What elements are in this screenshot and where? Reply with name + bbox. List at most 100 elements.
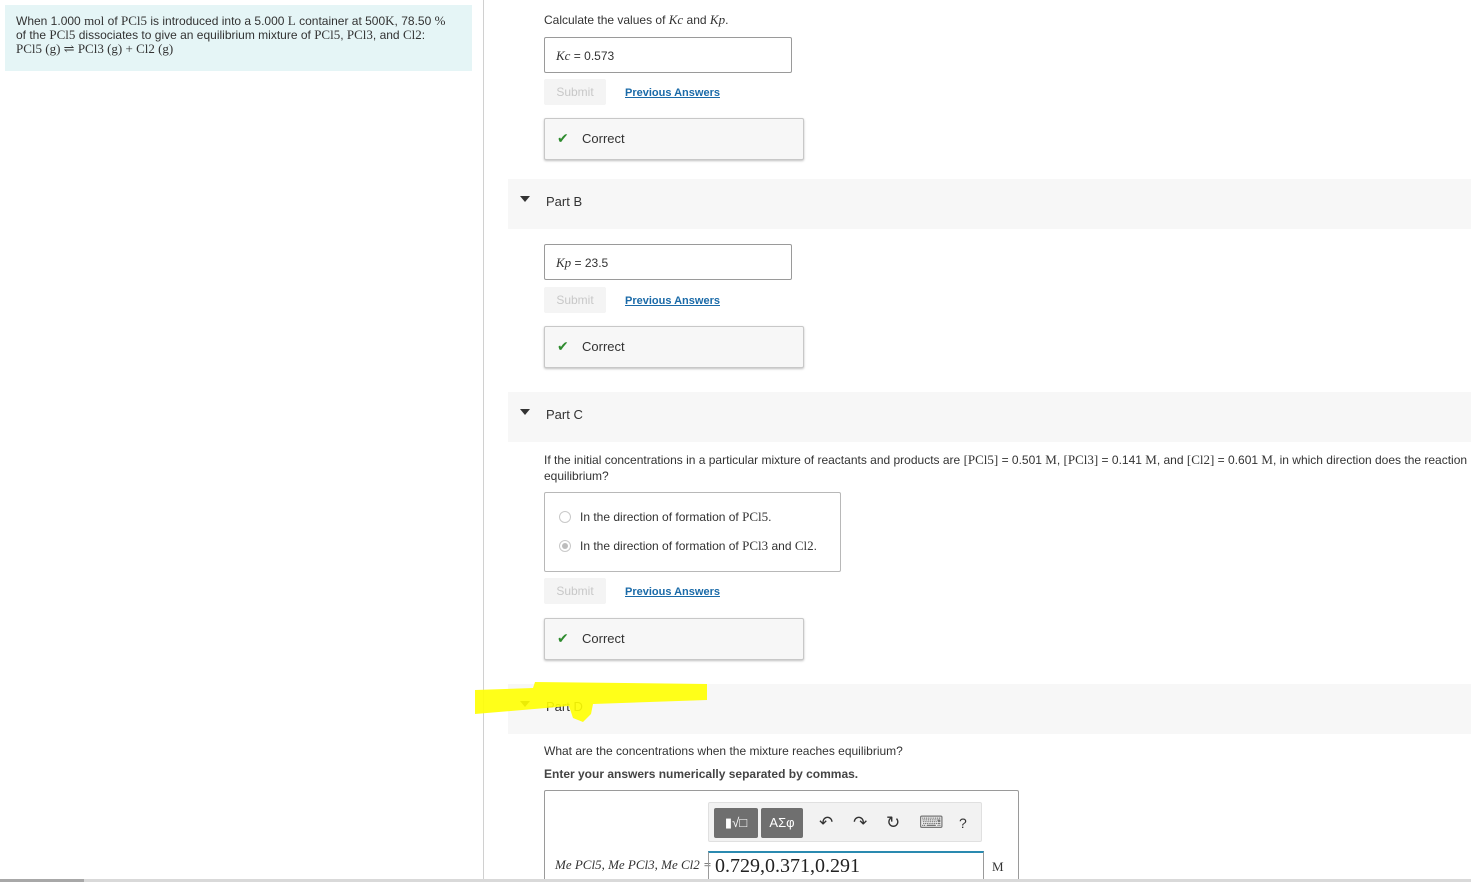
kc-answer-field[interactable]: Kc = 0.573	[544, 37, 792, 73]
part-d-header[interactable]: Part D	[508, 684, 1471, 734]
prompt-text: , and	[1156, 453, 1184, 467]
problem-text: of	[107, 14, 118, 28]
check-icon: ✔	[557, 630, 569, 646]
cl2-concentration: [Cl2]	[1186, 452, 1215, 467]
problem-unit: K	[385, 13, 395, 28]
part-a-submit-button[interactable]: Submit	[544, 79, 606, 105]
part-c-correct-feedback: ✔ Correct	[544, 618, 804, 660]
prompt-text: = 0.501	[1001, 453, 1042, 467]
choice-formation-pcl3-cl2[interactable]: In the direction of formation of PCl3 an…	[559, 538, 817, 554]
problem-formula: PCl5	[49, 27, 76, 42]
problem-text: of the	[16, 28, 47, 42]
kc-symbol: Kc	[668, 12, 684, 27]
part-b-previous-answers-link[interactable]: Previous Answers	[625, 295, 720, 307]
molar-unit: M	[1145, 452, 1157, 467]
choice-text: In the direction of formation of	[580, 510, 739, 524]
choice-text: In the direction of formation of	[580, 539, 739, 553]
math-answer-area: ▮√□ ΑΣφ ↶ ↷ ↻ ⌨ ? Me PCl5, Me PCl3, Me C…	[544, 790, 1019, 882]
part-b-submit-button[interactable]: Submit	[544, 287, 606, 313]
kc-label: Kc	[556, 48, 571, 63]
choice-formation-pcl5[interactable]: In the direction of formation of PCl5.	[559, 509, 771, 525]
problem-formula: PCl5	[121, 13, 148, 28]
prompt-text: = 0.141	[1101, 453, 1142, 467]
problem-formula: Cl2	[402, 27, 422, 42]
equals-sign: =	[574, 256, 582, 270]
direction-choices: In the direction of formation of PCl5. I…	[544, 492, 841, 572]
correct-label: Correct	[582, 131, 625, 146]
help-icon[interactable]: ?	[959, 815, 967, 831]
problem-formula: PCl3	[346, 27, 373, 42]
molar-unit-label: M	[992, 859, 1004, 874]
check-icon: ✔	[557, 338, 569, 354]
problem-text: ,	[340, 28, 344, 42]
keyboard-icon[interactable]: ⌨	[919, 813, 944, 833]
part-c-prompt-line2: equilibrium?	[544, 469, 609, 483]
problem-panel: When 1.000 mol of PCl5 is introduced int…	[0, 0, 484, 882]
kp-symbol: Kp	[709, 12, 726, 27]
part-c-submit-button[interactable]: Submit	[544, 578, 606, 604]
part-d-title: Part D	[546, 699, 583, 714]
radio-button[interactable]	[559, 511, 571, 523]
choice-formula: PCl3	[742, 538, 769, 553]
prompt-text: , in which direction does the reaction	[1272, 453, 1468, 467]
problem-text: When 1.000	[16, 14, 81, 28]
kp-label: Kp	[556, 255, 572, 270]
problem-unit: mol	[84, 13, 105, 28]
reaction-equation: PCl5 (g) ⇌ PCl3 (g) + Cl2 (g)	[16, 41, 174, 56]
prompt-text: .	[725, 13, 729, 27]
part-a-prompt: Calculate the values of Kc and Kp.	[544, 12, 728, 28]
choice-text: and	[771, 539, 792, 553]
kc-value: 0.573	[584, 49, 615, 63]
pcl5-concentration: [PCl5]	[963, 452, 999, 467]
equals-sign: =	[573, 49, 581, 63]
check-icon: ✔	[557, 130, 569, 146]
part-b-header[interactable]: Part B	[508, 179, 1471, 229]
kp-value: 23.5	[584, 256, 609, 270]
undo-icon[interactable]: ↶	[819, 813, 833, 833]
redo-icon[interactable]: ↷	[853, 813, 867, 833]
part-c-previous-answers-link[interactable]: Previous Answers	[625, 586, 720, 598]
concentrations-input[interactable]: 0.729,0.371,0.291	[708, 851, 984, 882]
templates-button[interactable]: ▮√□	[714, 808, 758, 838]
concentrations-label: Me PCl5, Me PCl3, Me Cl2 =	[555, 857, 712, 872]
problem-text: is introduced into a 5.000	[150, 14, 285, 28]
part-d-instruction: Enter your answers numerically separated…	[544, 767, 859, 781]
choice-formula: PCl5	[742, 509, 769, 524]
part-c-title: Part C	[546, 407, 583, 422]
prompt-text: Calculate the values of	[544, 13, 666, 27]
correct-label: Correct	[582, 339, 625, 354]
radio-button-selected[interactable]	[559, 540, 571, 552]
part-b-correct-feedback: ✔ Correct	[544, 326, 804, 368]
problem-formula: PCl5	[314, 27, 341, 42]
part-c-prompt: If the initial concentrations in a parti…	[544, 452, 1468, 467]
correct-label: Correct	[582, 631, 625, 646]
part-b-title: Part B	[546, 194, 583, 209]
collapse-arrow-icon[interactable]	[520, 409, 530, 415]
problem-text: :	[421, 28, 426, 42]
collapse-arrow-icon[interactable]	[520, 196, 530, 202]
molar-unit: M	[1261, 452, 1273, 467]
part-a-previous-answers-link[interactable]: Previous Answers	[625, 87, 720, 99]
part-a-correct-feedback: ✔ Correct	[544, 118, 804, 160]
reset-icon[interactable]: ↻	[886, 813, 900, 833]
problem-unit: %	[434, 13, 446, 28]
part-d-prompt: What are the concentrations when the mix…	[544, 744, 903, 758]
math-toolbar: ▮√□ ΑΣφ ↶ ↷ ↻ ⌨ ?	[708, 802, 982, 842]
prompt-text: and	[686, 13, 707, 27]
kp-answer-field[interactable]: Kp = 23.5	[544, 244, 792, 280]
problem-text: container at 500	[299, 14, 386, 28]
pcl3-concentration: [PCl3]	[1063, 452, 1099, 467]
prompt-text: = 0.601	[1217, 453, 1259, 467]
greek-symbols-button[interactable]: ΑΣφ	[761, 808, 803, 838]
problem-text: , and	[372, 28, 400, 42]
problem-statement: When 1.000 mol of PCl5 is introduced int…	[5, 5, 472, 71]
questions-panel: Calculate the values of Kc and Kp. Kc = …	[485, 0, 1471, 882]
problem-text: , 78.50	[394, 14, 432, 28]
choice-formula: Cl2	[794, 538, 814, 553]
prompt-text: If the initial concentrations in a parti…	[544, 453, 961, 467]
problem-text: dissociates to give an equilibrium mixtu…	[78, 28, 311, 42]
part-c-header[interactable]: Part C	[508, 392, 1471, 442]
problem-unit: L	[287, 13, 296, 28]
collapse-arrow-icon[interactable]	[520, 701, 530, 707]
molar-unit: M	[1045, 452, 1057, 467]
